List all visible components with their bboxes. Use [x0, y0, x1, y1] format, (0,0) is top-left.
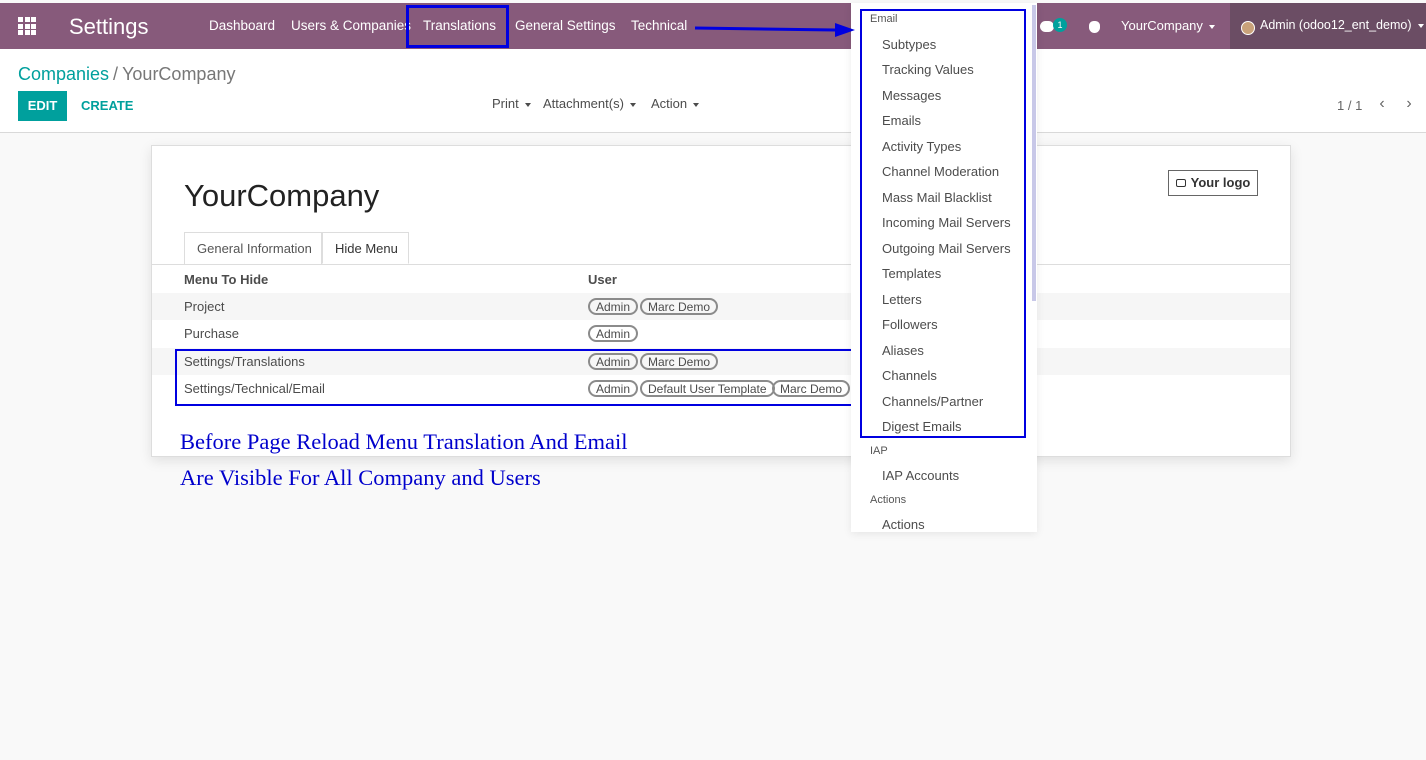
section-header-actions: Actions [870, 494, 907, 506]
chat-icon[interactable] [1040, 21, 1054, 32]
edit-button[interactable]: EDIT [18, 91, 67, 121]
action-dropdown[interactable]: Action [651, 96, 700, 111]
camera-icon [1175, 178, 1186, 187]
print-dropdown[interactable]: Print [492, 96, 531, 111]
chat-count-badge: 1 [1053, 18, 1067, 32]
annotation-line-2: Are Visible For All Company and Users [180, 465, 541, 490]
company-name-field: YourCompany [184, 178, 380, 213]
menu-item-iap-accounts[interactable]: IAP Accounts [882, 468, 959, 483]
logo-upload-button[interactable]: Your logo [1168, 170, 1258, 196]
chevron-down-icon [1417, 23, 1424, 28]
breadcrumb-companies-link[interactable]: Companies [18, 64, 109, 84]
avatar [1241, 21, 1255, 35]
translations-highlight-box [406, 5, 509, 48]
email-section-highlight-box [860, 9, 1026, 438]
app-title: Settings [69, 14, 149, 39]
menu-item-actions[interactable]: Actions [882, 517, 925, 532]
pager-previous-icon[interactable]: ‹ [1374, 96, 1390, 112]
dropdown-scrollbar[interactable] [1032, 5, 1036, 301]
menu-users-companies[interactable]: Users & Companies [291, 18, 411, 33]
tab-hide-menu[interactable]: Hide Menu [322, 232, 409, 264]
section-header-iap: IAP [870, 445, 888, 457]
chevron-down-icon [524, 102, 531, 107]
column-header-menu[interactable]: Menu To Hide [184, 272, 268, 287]
menu-cell: Purchase [184, 326, 239, 341]
menu-technical[interactable]: Technical [631, 18, 687, 33]
menu-dashboard[interactable]: Dashboard [209, 18, 275, 33]
hidden-rows-highlight-box [175, 349, 855, 406]
breadcrumb-current: YourCompany [122, 64, 236, 84]
chevron-down-icon [1208, 24, 1215, 29]
pager-next-icon[interactable]: › [1401, 96, 1417, 112]
attachments-dropdown[interactable]: Attachment(s) [543, 96, 636, 111]
column-header-user[interactable]: User [588, 272, 617, 287]
menu-general-settings[interactable]: General Settings [515, 18, 616, 33]
user-tag: Marc Demo [640, 298, 719, 315]
tab-divider [152, 264, 1290, 265]
annotation-line-1: Before Page Reload Menu Translation And … [180, 429, 628, 454]
form-sheet: YourCompany Your logo General Informatio… [151, 145, 1291, 457]
user-tag: Admin [588, 298, 639, 315]
breadcrumb-separator: / [113, 64, 119, 84]
create-button[interactable]: CREATE [81, 98, 133, 113]
pager-value[interactable]: 1 / 1 [1337, 98, 1362, 113]
chevron-down-icon [629, 102, 636, 107]
tab-general-information[interactable]: General Information [184, 232, 322, 264]
annotation-arrow-icon [694, 23, 855, 37]
apps-menu-icon[interactable] [18, 17, 36, 35]
breadcrumb: Companies / YourCompany [18, 64, 235, 85]
user-tag: Admin [588, 325, 639, 342]
chevron-down-icon [693, 102, 700, 107]
table-row[interactable]: Purchase Admin [152, 320, 1290, 347]
table-row[interactable]: Project Admin Marc Demo [152, 293, 1290, 320]
menu-cell: Project [184, 299, 225, 314]
debug-bug-icon[interactable] [1089, 21, 1100, 33]
user-name[interactable]: Admin (odoo12_ent_demo) [1260, 18, 1424, 32]
company-switcher[interactable]: YourCompany [1121, 18, 1215, 33]
control-panel: Companies / YourCompany EDIT CREATE Print … [0, 49, 1426, 133]
